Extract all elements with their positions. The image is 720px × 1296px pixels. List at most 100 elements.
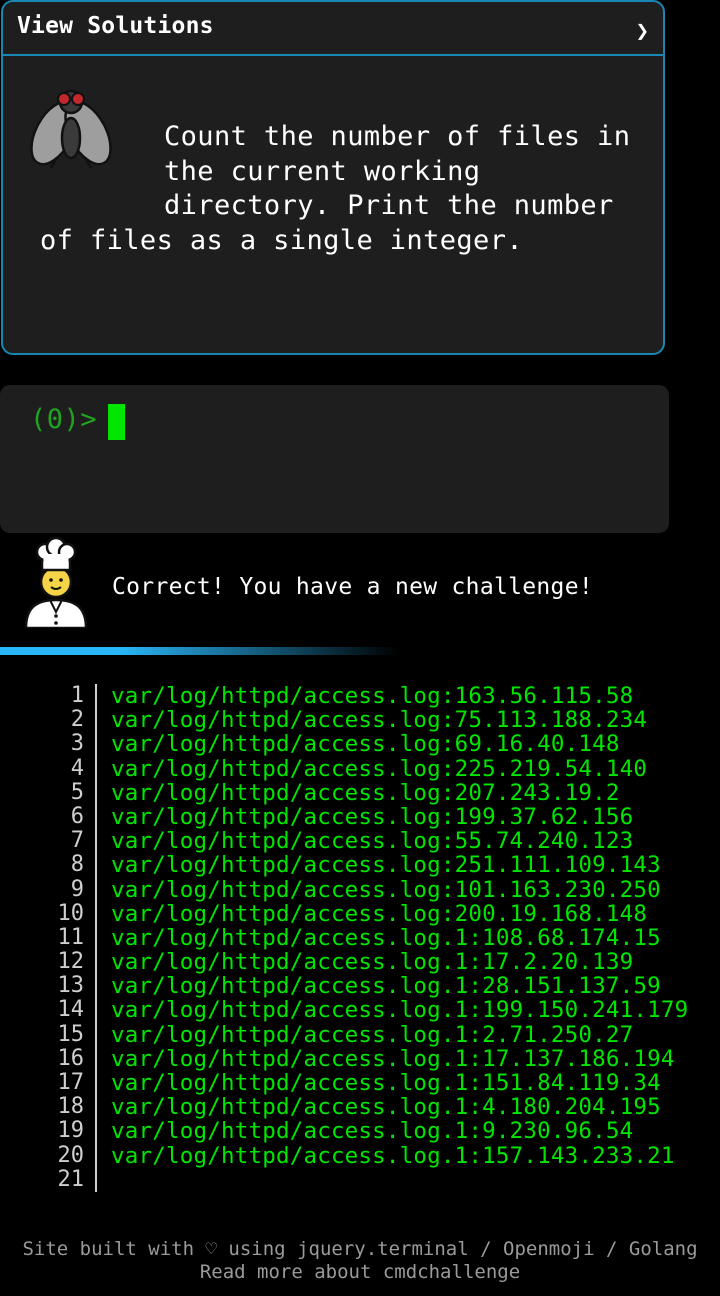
jquery-terminal-link[interactable]: jquery.terminal: [297, 1238, 469, 1260]
terminal-prompt: (0)>: [30, 404, 98, 435]
line-text: var/log/httpd/access.log:225.219.54.140: [111, 755, 648, 782]
line-number: 5: [70, 779, 84, 805]
line-separator: [95, 1143, 97, 1168]
line-separator: [95, 974, 97, 999]
line-separator: [95, 1046, 97, 1071]
chevron-right-icon: ❯: [635, 18, 649, 44]
line-text: var/log/httpd/access.log.1:157.143.233.2…: [111, 1142, 675, 1169]
line-text: var/log/httpd/access.log:75.113.188.234: [111, 707, 648, 734]
output-line: 6 var/log/httpd/access.log:199.37.62.156: [0, 803, 720, 830]
line-separator: [95, 732, 97, 757]
output-line: 12 var/log/httpd/access.log.1:17.2.20.139: [0, 949, 720, 976]
output-line: 14 var/log/httpd/access.log.1:199.150.241…: [0, 997, 720, 1024]
line-separator: [95, 853, 97, 878]
challenge-panel: View Solutions ❯ Count the number of fil…: [1, 0, 665, 355]
line-text: var/log/httpd/access.log:69.16.40.148: [111, 731, 620, 758]
line-text: var/log/httpd/access.log:101.163.230.250: [111, 876, 661, 903]
output-line: 1 var/log/httpd/access.log:163.56.115.58: [0, 683, 720, 709]
openmoji-link[interactable]: Openmoji: [503, 1238, 595, 1260]
line-separator: [95, 950, 97, 975]
chef-icon: [24, 536, 88, 628]
line-separator: [95, 1119, 97, 1144]
line-number: 14: [57, 997, 85, 1023]
line-number: 1: [70, 683, 84, 708]
challenge-body: Count the number of files in the current…: [3, 56, 663, 353]
output-line: 11 var/log/httpd/access.log.1:108.68.174.…: [0, 924, 720, 951]
line-separator: [95, 877, 97, 902]
line-number: 15: [57, 1021, 85, 1047]
line-number: 11: [57, 924, 85, 950]
line-number: 8: [70, 852, 84, 878]
line-separator: [95, 708, 97, 733]
command-output: 1 var/log/httpd/access.log:163.56.115.58 2…: [0, 684, 720, 1192]
line-number: 9: [70, 876, 84, 902]
line-number: 21: [57, 1166, 85, 1192]
line-number: 2: [70, 707, 84, 733]
line-number: 16: [57, 1045, 85, 1071]
line-separator: [95, 1022, 97, 1047]
divider-bar: [0, 647, 400, 655]
output-line: 17 var/log/httpd/access.log.1:151.84.119.…: [0, 1070, 720, 1096]
line-separator: [95, 684, 97, 709]
line-text: var/log/httpd/access.log:163.56.115.58: [111, 683, 634, 709]
line-number: 4: [70, 755, 84, 781]
output-line: 19 var/log/httpd/access.log.1:9.230.96.54: [0, 1118, 720, 1145]
line-separator: [95, 925, 97, 951]
line-separator: [95, 780, 97, 805]
feedback-row: Correct! You have a new challenge!: [0, 536, 720, 630]
output-line: 18 var/log/httpd/access.log.1:4.180.204.1…: [0, 1094, 720, 1121]
line-text: var/log/httpd/access.log:200.19.168.148: [111, 900, 648, 927]
line-text: var/log/httpd/access.log.1:108.68.174.15: [111, 924, 661, 951]
output-line: 8 var/log/httpd/access.log:251.111.109.14…: [0, 852, 720, 879]
footer-credits: Site built with ♡ using jquery.terminal …: [22, 1238, 698, 1260]
line-text: var/log/httpd/access.log.1:199.150.241.1…: [111, 997, 689, 1024]
output-line: 7 var/log/httpd/access.log:55.74.240.123: [0, 828, 720, 855]
heart-icon: ♡: [205, 1238, 217, 1260]
golang-link[interactable]: Golang: [629, 1238, 698, 1260]
line-number: 10: [57, 900, 85, 926]
line-number: 6: [70, 803, 84, 829]
line-text: var/log/httpd/access.log.1:9.230.96.54: [111, 1118, 634, 1145]
line-number: 17: [57, 1070, 85, 1095]
success-message: Correct! You have a new challenge!: [112, 574, 594, 600]
output-line: 20 var/log/httpd/access.log.1:157.143.233…: [0, 1142, 720, 1169]
line-separator: [95, 1071, 97, 1096]
line-separator: [95, 998, 97, 1023]
read-more-link[interactable]: Read more about cmdchallenge: [200, 1261, 520, 1283]
terminal-input[interactable]: (0)>: [0, 385, 669, 533]
line-text: var/log/httpd/access.log.1:4.180.204.195: [111, 1094, 661, 1121]
output-line: 9 var/log/httpd/access.log:101.163.230.25…: [0, 876, 720, 903]
line-text: var/log/httpd/access.log:55.74.240.123: [111, 828, 634, 855]
line-text: var/log/httpd/access.log:199.37.62.156: [111, 803, 634, 830]
output-line: 3 var/log/httpd/access.log:69.16.40.148: [0, 731, 720, 758]
line-number: 3: [70, 731, 84, 757]
view-solutions-label: View Solutions: [17, 13, 214, 39]
footer: Site built with ♡ using jquery.terminal …: [0, 1238, 720, 1284]
line-separator: [95, 756, 97, 781]
line-number: 12: [57, 949, 85, 975]
line-text: var/log/httpd/access.log.1:17.2.20.139: [111, 949, 634, 976]
output-line: 2 var/log/httpd/access.log:75.113.188.234: [0, 707, 720, 734]
line-separator: [95, 901, 97, 926]
output-line: 5 var/log/httpd/access.log:207.243.19.2: [0, 779, 720, 806]
line-text: var/log/httpd/access.log.1:2.71.250.27: [111, 1021, 634, 1048]
output-line: 15 var/log/httpd/access.log.1:2.71.250.27: [0, 1021, 720, 1048]
output-line: 13 var/log/httpd/access.log.1:28.151.137.…: [0, 973, 720, 999]
challenge-description: Count the number of files in the current…: [40, 121, 631, 256]
line-number: 19: [57, 1118, 85, 1144]
line-separator: [95, 829, 97, 854]
line-text: var/log/httpd/access.log.1:17.137.186.19…: [111, 1045, 675, 1072]
output-line: 16 var/log/httpd/access.log.1:17.137.186.…: [0, 1045, 720, 1072]
line-text: var/log/httpd/access.log:251.111.109.143: [111, 852, 661, 879]
line-number: 7: [70, 828, 84, 854]
line-separator: [95, 1095, 97, 1120]
terminal-cursor: [108, 404, 125, 440]
line-text: var/log/httpd/access.log:207.243.19.2: [111, 779, 620, 806]
output-line: 21: [0, 1166, 720, 1192]
line-text: var/log/httpd/access.log.1:151.84.119.34: [111, 1070, 661, 1096]
line-number: 20: [57, 1142, 85, 1168]
line-separator: [95, 1167, 97, 1192]
line-separator: [95, 804, 97, 830]
view-solutions-toggle[interactable]: View Solutions ❯: [3, 2, 663, 56]
line-number: 13: [57, 973, 85, 999]
